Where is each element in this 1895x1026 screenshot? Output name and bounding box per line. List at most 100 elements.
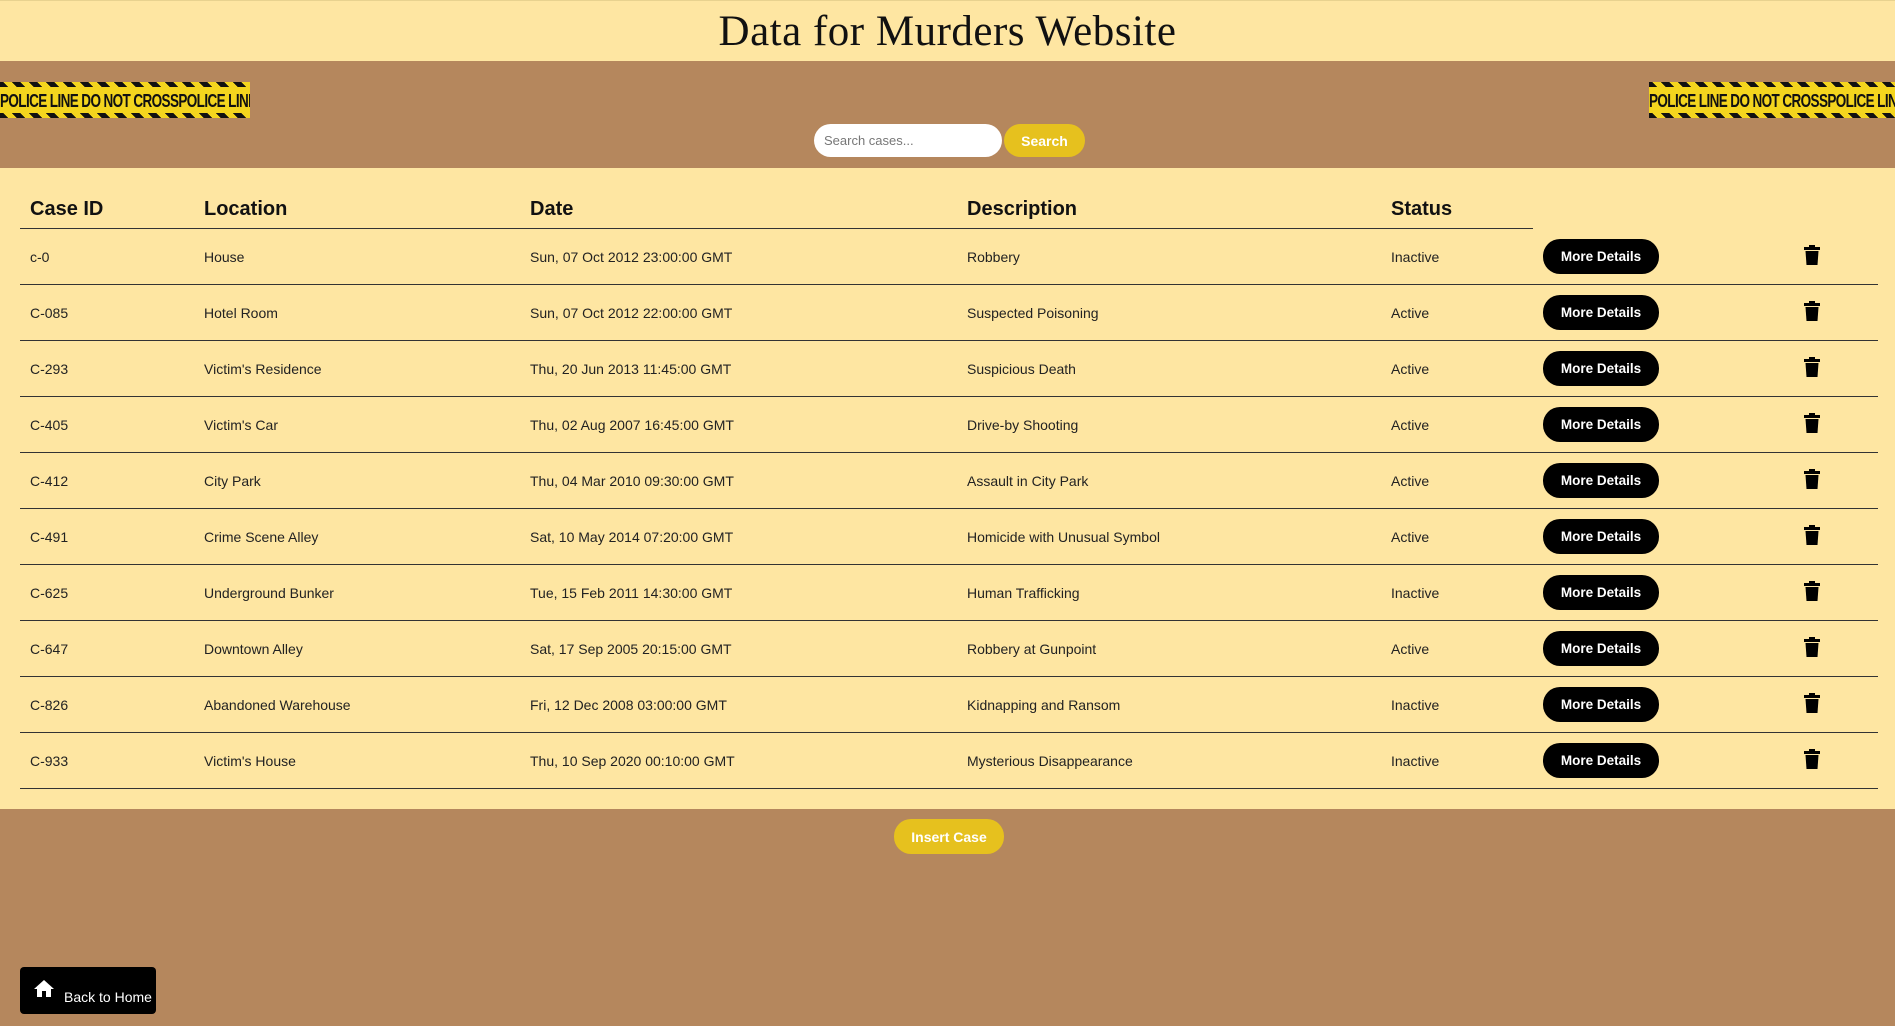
location-cell: Victim's Car (194, 396, 520, 453)
delete-cell (1746, 452, 1878, 509)
actions-cell: More Details (1533, 676, 1746, 733)
status-cell: Inactive (1381, 676, 1533, 733)
description-cell: Homicide with Unusual Symbol (957, 508, 1381, 565)
more-details-button[interactable]: More Details (1543, 687, 1659, 722)
more-details-button[interactable]: More Details (1543, 463, 1659, 498)
description-cell: Drive-by Shooting (957, 396, 1381, 453)
trash-icon[interactable] (1804, 357, 1820, 377)
police-tape-text: POLICE LINE DO NOT CROSS (1649, 89, 1828, 111)
actions-cell: More Details (1533, 284, 1746, 341)
delete-cell (1746, 284, 1878, 341)
cases-table: Case ID Location Date Description Status… (20, 190, 1878, 789)
description-cell: Suspected Poisoning (957, 284, 1381, 341)
actions-cell: More Details (1533, 396, 1746, 453)
case-id-cell: c-0 (20, 228, 194, 285)
case-id-cell: C-405 (20, 396, 194, 453)
police-tape-left: POLICE LINE DO NOT CROSS POLICE LINE DO … (0, 82, 250, 118)
description-cell: Suspicious Death (957, 340, 1381, 397)
column-header-delete (1746, 190, 1878, 229)
date-cell: Thu, 02 Aug 2007 16:45:00 GMT (520, 396, 957, 453)
table-row: C-625 Underground Bunker Tue, 15 Feb 2011 … (20, 564, 1878, 621)
delete-cell (1746, 228, 1878, 285)
trash-icon[interactable] (1804, 525, 1820, 545)
column-header-description: Description (957, 190, 1381, 229)
status-cell: Active (1381, 508, 1533, 565)
description-cell: Robbery (957, 228, 1381, 285)
search-bar: Search (814, 123, 1085, 158)
date-cell: Thu, 04 Mar 2010 09:30:00 GMT (520, 452, 957, 509)
more-details-button[interactable]: More Details (1543, 743, 1659, 778)
location-cell: Abandoned Warehouse (194, 676, 520, 733)
police-tape-text: POLICE LINE DO NOT CROSS (0, 89, 179, 111)
description-cell: Human Trafficking (957, 564, 1381, 621)
table-row: C-491 Crime Scene Alley Sat, 10 May 2014 0… (20, 508, 1878, 565)
more-details-button[interactable]: More Details (1543, 519, 1659, 554)
trash-icon[interactable] (1804, 244, 1820, 265)
case-id-cell: C-491 (20, 508, 194, 565)
date-cell: Thu, 10 Sep 2020 00:10:00 GMT (520, 732, 957, 789)
table-row: C-293 Victim's Residence Thu, 20 Jun 2013 … (20, 340, 1878, 397)
status-cell: Inactive (1381, 564, 1533, 621)
case-id-cell: C-625 (20, 564, 194, 621)
cases-table-body: c-0 House Sun, 07 Oct 2012 23:00:00 GMT Rob… (20, 228, 1878, 789)
actions-cell: More Details (1533, 508, 1746, 565)
table-row: C-412 City Park Thu, 04 Mar 2010 09:30:00 … (20, 452, 1878, 509)
status-cell: Active (1381, 340, 1533, 397)
trash-icon[interactable] (1804, 637, 1820, 657)
back-to-home-label: Back to Home (64, 988, 152, 1005)
location-cell: House (194, 228, 520, 285)
trash-icon[interactable] (1804, 749, 1820, 769)
more-details-button[interactable]: More Details (1543, 407, 1659, 442)
more-details-button[interactable]: More Details (1543, 238, 1659, 274)
date-cell: Tue, 15 Feb 2011 14:30:00 GMT (520, 564, 957, 621)
date-cell: Thu, 20 Jun 2013 11:45:00 GMT (520, 340, 957, 397)
trash-icon[interactable] (1804, 469, 1820, 489)
status-cell: Inactive (1381, 228, 1533, 285)
status-cell: Active (1381, 620, 1533, 677)
case-id-cell: C-085 (20, 284, 194, 341)
actions-cell: More Details (1533, 620, 1746, 677)
status-cell: Active (1381, 396, 1533, 453)
actions-cell: More Details (1533, 564, 1746, 621)
status-cell: Active (1381, 452, 1533, 509)
column-header-date: Date (520, 190, 957, 229)
more-details-button[interactable]: More Details (1543, 351, 1659, 386)
description-cell: Kidnapping and Ransom (957, 676, 1381, 733)
search-button[interactable]: Search (1004, 124, 1085, 157)
more-details-button[interactable]: More Details (1543, 295, 1659, 330)
page-header: Data for Murders Website (0, 0, 1895, 61)
back-to-home-button[interactable]: Back to Home (20, 967, 156, 1014)
more-details-button[interactable]: More Details (1543, 575, 1659, 610)
location-cell: Victim's House (194, 732, 520, 789)
date-cell: Sat, 17 Sep 2005 20:15:00 GMT (520, 620, 957, 677)
search-input[interactable] (814, 124, 1002, 157)
location-cell: City Park (194, 452, 520, 509)
status-cell: Active (1381, 284, 1533, 341)
more-details-button[interactable]: More Details (1543, 631, 1659, 666)
trash-icon[interactable] (1804, 693, 1820, 713)
trash-icon[interactable] (1804, 581, 1820, 601)
actions-cell: More Details (1533, 452, 1746, 509)
table-row: C-405 Victim's Car Thu, 02 Aug 2007 16:45:… (20, 396, 1878, 453)
column-header-location: Location (194, 190, 520, 229)
table-row: C-826 Abandoned Warehouse Fri, 12 Dec 2008… (20, 676, 1878, 733)
actions-cell: More Details (1533, 228, 1746, 285)
home-icon (34, 979, 54, 997)
trash-icon[interactable] (1804, 413, 1820, 433)
date-cell: Fri, 12 Dec 2008 03:00:00 GMT (520, 676, 957, 733)
trash-icon[interactable] (1804, 301, 1820, 321)
police-tape-text: POLICE LINE DO NOT CROSS (178, 89, 250, 111)
case-id-cell: C-293 (20, 340, 194, 397)
delete-cell (1746, 508, 1878, 565)
column-header-actions (1533, 190, 1746, 229)
insert-case-button[interactable]: Insert Case (894, 819, 1004, 854)
date-cell: Sun, 07 Oct 2012 23:00:00 GMT (520, 228, 957, 285)
actions-cell: More Details (1533, 732, 1746, 789)
column-header-case-id: Case ID (20, 190, 194, 229)
date-cell: Sun, 07 Oct 2012 22:00:00 GMT (520, 284, 957, 341)
page-title: Data for Murders Website (718, 7, 1177, 55)
delete-cell (1746, 620, 1878, 677)
location-cell: Downtown Alley (194, 620, 520, 677)
delete-cell (1746, 676, 1878, 733)
case-id-cell: C-933 (20, 732, 194, 789)
